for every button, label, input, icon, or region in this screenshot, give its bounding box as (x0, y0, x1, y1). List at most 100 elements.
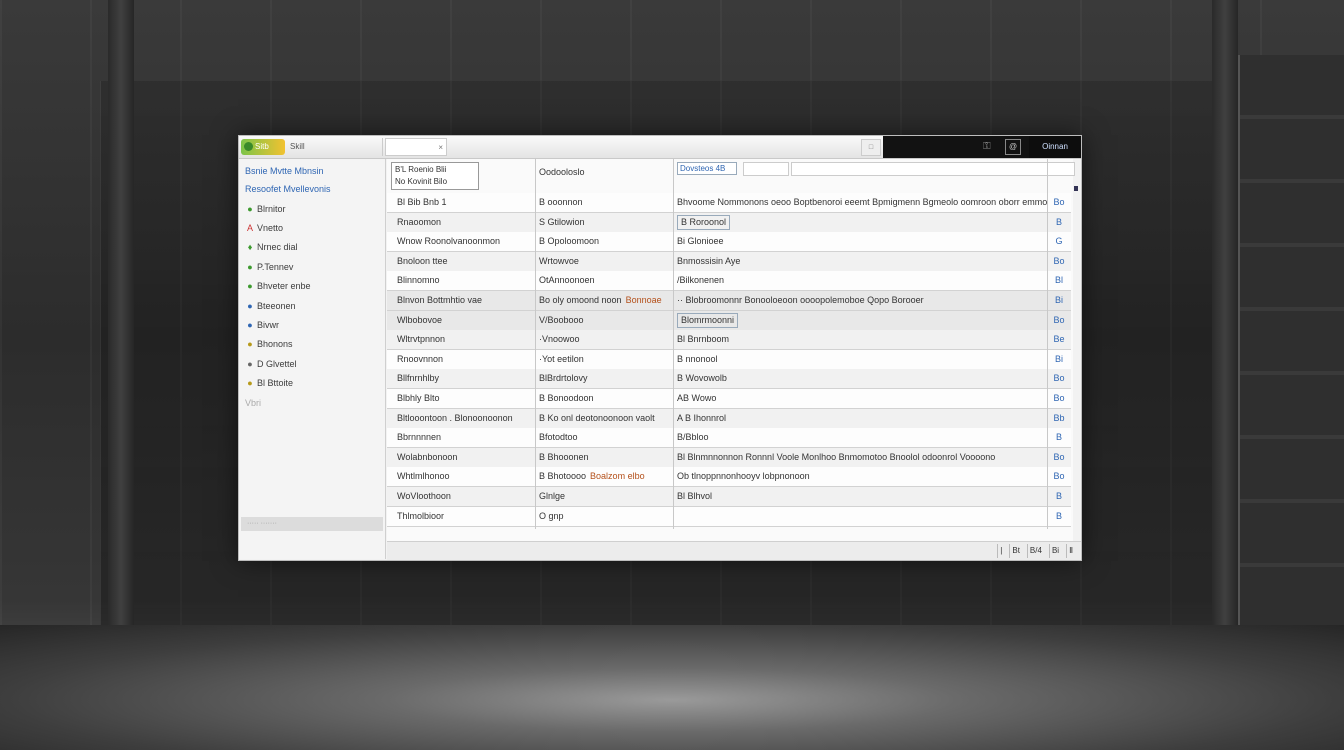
cell-status-accent: Bonnoae (625, 295, 662, 305)
table-row[interactable]: Thlmolbioor O gnp B (387, 507, 1071, 527)
row-action-icon[interactable]: Bo (1049, 389, 1069, 408)
tab-title[interactable]: Skill (287, 138, 383, 156)
header-col3-badge[interactable]: Dovsteos 4B (677, 162, 737, 175)
tab-close-icon[interactable]: × (385, 138, 447, 156)
table-row[interactable]: Wolabnbonoon B Bhooonen Bl Blnmnnonnon Ron… (387, 448, 1071, 468)
scroll-indicator[interactable] (1074, 186, 1078, 191)
row-action-icon[interactable]: Bi (1049, 350, 1069, 369)
sidebar-item-label: Vnetto (257, 223, 284, 233)
table-row[interactable]: Bl Bib Bnb 1 B ooonnon Bhvoome Nommonons o… (387, 193, 1071, 213)
cell-status: ·Yot eetilon (539, 350, 671, 369)
cell-status-text: V/Boobooo (539, 315, 584, 325)
pager: | Bt B/4 Bi Ⅱ (992, 544, 1075, 558)
sidebar-item[interactable]: ● P.Tennev (245, 259, 293, 275)
app-badge[interactable]: Sitb (241, 139, 285, 155)
sidebar-item-label: P.Tennev (257, 262, 294, 272)
cell-status-text: ·Yot eetilon (539, 354, 584, 364)
table-row[interactable]: Rnoovnnon ·Yot eetilon B nnonool Bi (387, 350, 1071, 370)
cell-detail-text: Bnmossisin Aye (677, 256, 741, 266)
cell-detail-text: Bl Bnrnboom (677, 334, 730, 344)
cell-detail-text: AB Wowo (677, 393, 717, 403)
cell-name: Bnoloon ttee (397, 256, 448, 266)
pager-button[interactable]: Ⅱ (1066, 544, 1075, 558)
at-icon[interactable]: @ (1005, 139, 1021, 155)
row-action-icon[interactable]: Bl (1049, 271, 1069, 290)
table-row[interactable]: Blbhly Blto B Bonoodoon AB Wowo Bo (387, 389, 1071, 409)
row-action-icon[interactable]: G (1049, 232, 1069, 251)
cell-status-text: ·Vnoowoo (539, 334, 580, 344)
cell-detail (677, 507, 1047, 526)
table-row[interactable]: Wlbobovoe V/Boobooo Blomrmoonni Bo (387, 311, 1071, 331)
header-input-short[interactable] (743, 162, 789, 176)
pager-button[interactable]: Bt (1009, 544, 1022, 558)
title-bar: Sitb Skill × □ ⚿ @ Oinnan (239, 136, 1081, 159)
cell-status: Bo oly omoond noon Bonnoae (539, 291, 671, 310)
row-action-icon[interactable]: Bo (1049, 448, 1069, 467)
table-row[interactable]: WoVloothoon Glnlge Bl Blhvol B (387, 487, 1071, 507)
cell-status-text: Bo oly omoond noon (539, 295, 622, 305)
row-action-icon[interactable]: Bo (1049, 311, 1069, 330)
sidebar-item-label: Blrnitor (257, 204, 286, 214)
table-row[interactable]: Rnaoomon S Gtilowion B Roroonol B (387, 213, 1071, 233)
sidebar-item[interactable]: ● Bl Bttoite (245, 375, 293, 391)
sidebar-item[interactable]: ● Bhonons (245, 336, 293, 352)
cell-status: Wrtowvoe (539, 252, 671, 271)
cell-detail-badge[interactable]: B Roroonol (677, 215, 731, 230)
sidebar-item-label: Bhonons (257, 339, 293, 349)
cell-status: O gnp (539, 507, 671, 526)
cell-status: ·Vnoowoo (539, 330, 671, 349)
pager-button[interactable]: Bi (1048, 544, 1061, 558)
row-action-icon[interactable]: Bi (1049, 291, 1069, 310)
sidebar-item[interactable]: Bsnie Mvtte Mbnsin (245, 163, 324, 179)
sidebar-item[interactable]: ● D Glvettel (245, 356, 296, 372)
cell-detail-text: Bl Blhvol (677, 491, 713, 501)
cell-detail-badge[interactable]: Blomrmoonni (677, 313, 739, 328)
header-filter-box[interactable]: B'L Roenio Blii No Kovinit Bilo (391, 162, 479, 190)
sidebar-item[interactable]: ● Blrnitor (245, 201, 286, 217)
user-label[interactable]: Oinnan (1029, 136, 1081, 158)
table-row[interactable]: Bllfnrnhlby BlBrdrtolovy B Wovowolb Bo (387, 369, 1071, 389)
header-search-input[interactable] (791, 162, 1075, 176)
sidebar-item[interactable]: ● Bhveter enbe (245, 278, 310, 294)
pager-button[interactable]: B/4 (1026, 544, 1044, 558)
lock-icon[interactable]: ⚿ (983, 136, 991, 158)
table-row[interactable]: Wnow Roonolvanoonmon B Opoloomoon Bi Gloni… (387, 232, 1071, 252)
row-action-icon[interactable]: Bo (1049, 252, 1069, 271)
table-row[interactable]: Blnvon Bottmhtio vae Bo oly omoond noon Bo… (387, 291, 1071, 311)
sidebar-item[interactable]: Vbri (245, 395, 261, 411)
header-box-line2: No Kovinit Bilo (395, 177, 448, 186)
cell-detail: AB Wowo (677, 389, 1047, 408)
pager-button[interactable]: | (997, 544, 1004, 558)
table-row[interactable]: Whtlmlhonoo B Bhotoooo Boalzom elbo Ob tlno… (387, 467, 1071, 487)
row-action-icon[interactable]: Bo (1049, 369, 1069, 388)
window-box-icon[interactable]: □ (861, 139, 881, 156)
column-divider (535, 159, 536, 529)
cell-name: Thlmolbioor (397, 511, 445, 521)
column-divider (1047, 159, 1048, 529)
row-action-icon[interactable]: Bo (1049, 467, 1069, 486)
cell-name: Bltlooontoon . Blonoonoonon (397, 413, 513, 423)
column-divider (673, 159, 674, 529)
table-row[interactable]: Bltlooontoon . Blonoonoonon B Ko onl deot… (387, 409, 1071, 429)
row-action-icon[interactable]: B (1049, 487, 1069, 506)
row-action-icon[interactable]: B (1049, 428, 1069, 447)
table-row[interactable]: Blinnomno OtAnnoonoen/Bilkonenen Bl (387, 271, 1071, 291)
sidebar-item-label: Bteeonen (257, 301, 296, 311)
cell-detail-text: Bhvoome Nommonons oeoo Boptbenoroi eeemt… (677, 197, 1047, 207)
row-action-icon[interactable]: Bb (1049, 409, 1069, 428)
sidebar-item[interactable]: A Vnetto (245, 220, 283, 236)
sidebar-item[interactable]: ● Bteeonen (245, 298, 296, 314)
sidebar-item[interactable]: ♦ Nrnec dial (245, 239, 298, 255)
row-action-icon[interactable]: B (1049, 507, 1069, 526)
cell-name: Blbhly Blto (397, 393, 440, 403)
sidebar-item[interactable]: Resoofet Mvellevonis (245, 181, 331, 197)
table-row[interactable]: Wltrvtpnnon ·Vnoowoo Bl Bnrnboom Be (387, 330, 1071, 350)
table-row[interactable]: Bbrnnnnen Bfotodtoo B/Bbloo B (387, 428, 1071, 448)
cell-status: B Ko onl deotonoonoon vaolt (539, 409, 671, 428)
row-action-icon[interactable]: Bo (1049, 193, 1069, 212)
row-action-icon[interactable]: Be (1049, 330, 1069, 349)
app-window: Sitb Skill × □ ⚿ @ Oinnan Bsnie Mvtte Mb… (238, 135, 1082, 561)
row-action-icon[interactable]: B (1049, 213, 1069, 232)
table-row[interactable]: Bnoloon ttee Wrtowvoe Bnmossisin Aye Bo (387, 252, 1071, 272)
sidebar-item[interactable]: ● Bivwr (245, 317, 279, 333)
